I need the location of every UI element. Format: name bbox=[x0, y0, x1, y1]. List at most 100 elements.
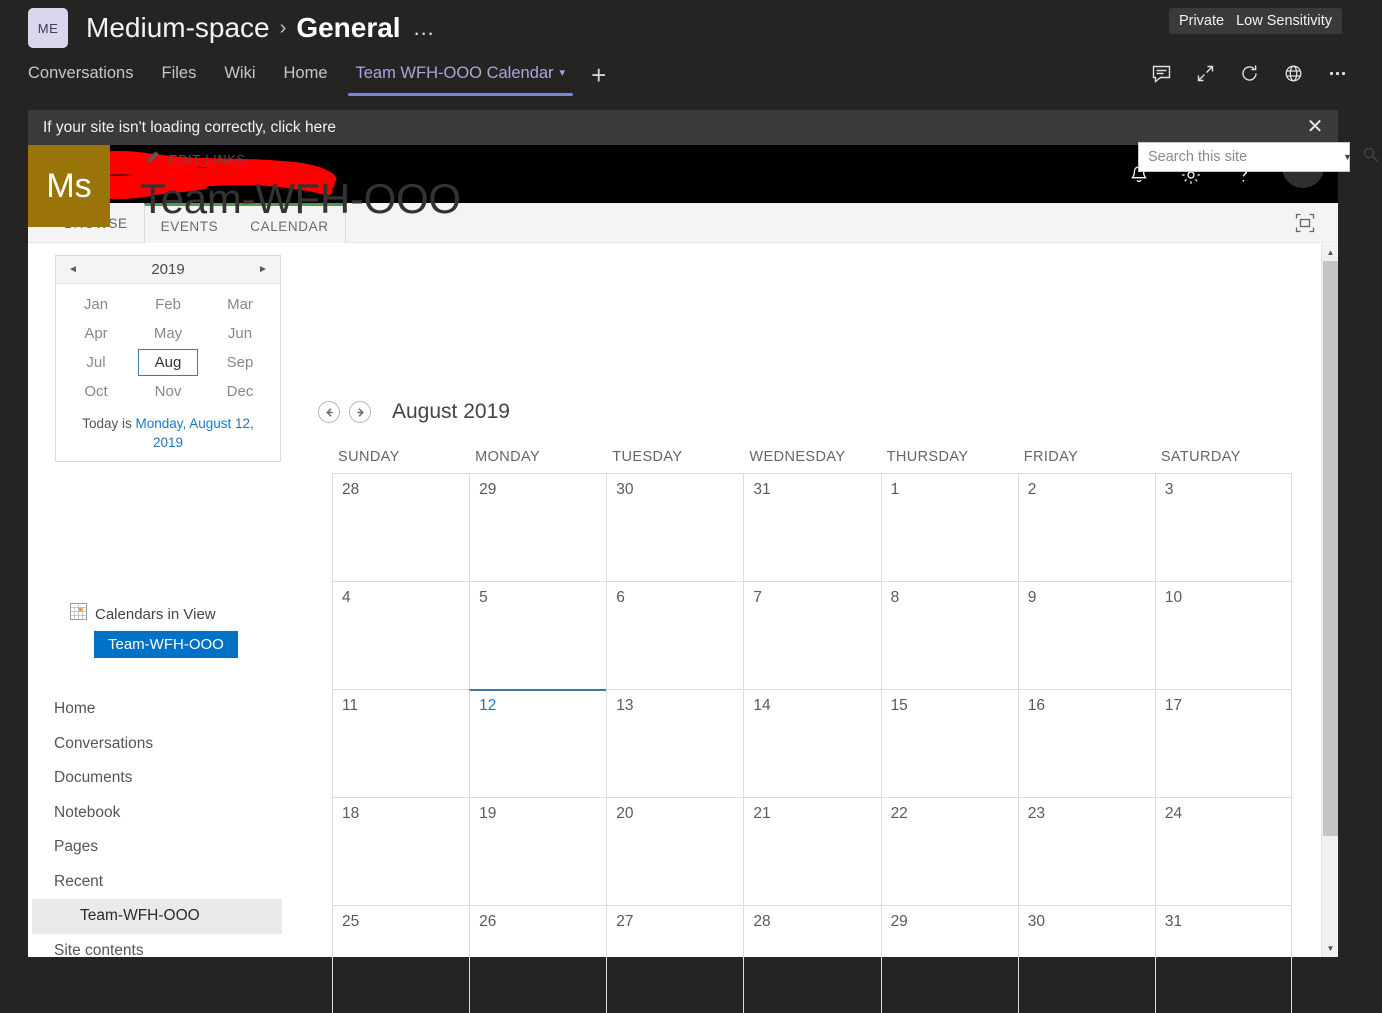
add-tab-button[interactable]: + bbox=[579, 60, 618, 90]
search-input[interactable] bbox=[1139, 143, 1335, 171]
month-aug-selected[interactable]: Aug bbox=[138, 349, 198, 376]
page-scrollbar[interactable]: ▲ ▼ bbox=[1321, 244, 1338, 957]
day-cell[interactable]: 26 bbox=[469, 905, 606, 1013]
day-cell[interactable]: 29 bbox=[881, 905, 1018, 1013]
day-cell[interactable]: 5 bbox=[469, 581, 606, 689]
calendar-month-title: August 2019 bbox=[392, 400, 510, 424]
close-icon[interactable]: ✕ bbox=[1304, 117, 1326, 139]
day-cell[interactable]: 30 bbox=[606, 473, 743, 581]
day-cell[interactable]: 11 bbox=[332, 689, 469, 797]
day-number: 10 bbox=[1156, 583, 1291, 607]
day-cell[interactable]: 29 bbox=[469, 473, 606, 581]
day-cell[interactable]: 4 bbox=[332, 581, 469, 689]
site-loading-notice[interactable]: If your site isn't loading correctly, cl… bbox=[28, 110, 1338, 145]
calendar-chip-team-wfh-ooo[interactable]: Team-WFH-OOO bbox=[94, 631, 238, 658]
day-cell[interactable]: 28 bbox=[332, 473, 469, 581]
day-cell[interactable]: 16 bbox=[1018, 689, 1155, 797]
day-cell[interactable]: 27 bbox=[606, 905, 743, 1013]
next-year-icon[interactable]: ► bbox=[256, 264, 270, 275]
globe-icon[interactable] bbox=[1282, 62, 1304, 84]
month-nov[interactable]: Nov bbox=[138, 378, 198, 405]
day-cell[interactable]: 21 bbox=[743, 797, 880, 905]
day-number: 16 bbox=[1019, 691, 1155, 715]
edit-links-button[interactable]: EDIT LINKS bbox=[145, 150, 246, 170]
month-jul[interactable]: Jul bbox=[66, 349, 126, 376]
month-sep[interactable]: Sep bbox=[210, 349, 270, 376]
team-avatar: ME bbox=[28, 8, 68, 48]
nav-item-team-wfh-ooo[interactable]: Team-WFH-OOO bbox=[32, 899, 282, 934]
nav-item-site-contents[interactable]: Site contents bbox=[32, 934, 282, 969]
today-date-link[interactable]: Monday, August 12, 2019 bbox=[135, 416, 253, 450]
nav-item-conversations[interactable]: Conversations bbox=[32, 727, 282, 762]
month-jan[interactable]: Jan bbox=[66, 291, 126, 318]
tab-conversations[interactable]: Conversations bbox=[28, 60, 147, 94]
month-dec[interactable]: Dec bbox=[210, 378, 270, 405]
refresh-icon[interactable] bbox=[1238, 62, 1260, 84]
scroll-down-icon[interactable]: ▼ bbox=[1322, 940, 1338, 957]
day-cell[interactable]: 3 bbox=[1155, 473, 1292, 581]
calendar-week-row: 4 5 6 7 8 9 10 bbox=[332, 581, 1292, 689]
channel-tabs: Conversations Files Wiki Home Team WFH-O… bbox=[28, 60, 618, 104]
day-cell[interactable]: 8 bbox=[881, 581, 1018, 689]
search-box[interactable]: ▼ bbox=[1138, 142, 1350, 172]
day-number: 19 bbox=[470, 799, 606, 823]
search-icon[interactable] bbox=[1360, 146, 1382, 168]
today-indicator: Today is Monday, August 12, 2019 bbox=[56, 408, 280, 461]
nav-item-documents[interactable]: Documents bbox=[32, 761, 282, 796]
previous-month-icon[interactable] bbox=[318, 401, 340, 423]
day-cell[interactable]: 28 bbox=[743, 905, 880, 1013]
day-cell[interactable]: 24 bbox=[1155, 797, 1292, 905]
month-apr[interactable]: Apr bbox=[66, 320, 126, 347]
day-cell[interactable]: 22 bbox=[881, 797, 1018, 905]
month-jun[interactable]: Jun bbox=[210, 320, 270, 347]
chevron-down-icon[interactable]: ▼ bbox=[1335, 152, 1360, 162]
nav-item-recent[interactable]: Recent bbox=[32, 865, 282, 900]
chevron-down-icon[interactable]: ▾ bbox=[560, 67, 566, 79]
day-cell[interactable]: 19 bbox=[469, 797, 606, 905]
tab-team-wfh-ooo-calendar[interactable]: Team WFH-OOO Calendar ▾ bbox=[342, 60, 580, 94]
day-cell[interactable]: 31 bbox=[743, 473, 880, 581]
expand-icon[interactable] bbox=[1194, 62, 1216, 84]
chat-icon[interactable] bbox=[1150, 62, 1172, 84]
scroll-up-icon[interactable]: ▲ bbox=[1322, 244, 1338, 261]
day-cell[interactable]: 17 bbox=[1155, 689, 1292, 797]
breadcrumb-channel-name[interactable]: General bbox=[296, 12, 400, 44]
day-cell[interactable]: 10 bbox=[1155, 581, 1292, 689]
day-cell[interactable]: 31 bbox=[1155, 905, 1292, 1013]
day-cell[interactable]: 15 bbox=[881, 689, 1018, 797]
nav-item-home[interactable]: Home bbox=[32, 692, 282, 727]
nav-item-notebook[interactable]: Notebook bbox=[32, 796, 282, 831]
day-cell[interactable]: 18 bbox=[332, 797, 469, 905]
tab-label: Team WFH-OOO Calendar bbox=[356, 64, 554, 82]
next-month-icon[interactable] bbox=[349, 401, 371, 423]
tab-files[interactable]: Files bbox=[147, 60, 210, 94]
tab-home[interactable]: Home bbox=[269, 60, 341, 94]
month-may[interactable]: May bbox=[138, 320, 198, 347]
day-cell[interactable]: 20 bbox=[606, 797, 743, 905]
focus-on-content-icon[interactable] bbox=[1294, 212, 1316, 234]
day-cell[interactable]: 9 bbox=[1018, 581, 1155, 689]
day-cell[interactable]: 1 bbox=[881, 473, 1018, 581]
day-cell[interactable]: 6 bbox=[606, 581, 743, 689]
day-cell[interactable]: 7 bbox=[743, 581, 880, 689]
day-cell[interactable]: 23 bbox=[1018, 797, 1155, 905]
day-header-sunday: SUNDAY bbox=[332, 447, 469, 473]
previous-year-icon[interactable]: ◄ bbox=[66, 264, 80, 275]
day-cell[interactable]: 2 bbox=[1018, 473, 1155, 581]
month-oct[interactable]: Oct bbox=[66, 378, 126, 405]
scrollbar-thumb[interactable] bbox=[1323, 261, 1338, 836]
tab-wiki[interactable]: Wiki bbox=[210, 60, 269, 94]
day-number: 24 bbox=[1156, 799, 1291, 823]
day-cell[interactable]: 25 bbox=[332, 905, 469, 1013]
day-cell[interactable]: 30 bbox=[1018, 905, 1155, 1013]
more-options-icon[interactable] bbox=[1326, 62, 1348, 84]
breadcrumb-team-name[interactable]: Medium-space bbox=[86, 12, 270, 44]
day-cell[interactable]: 13 bbox=[606, 689, 743, 797]
month-mar[interactable]: Mar bbox=[210, 291, 270, 318]
nav-item-pages[interactable]: Pages bbox=[32, 830, 282, 865]
day-number: 14 bbox=[744, 691, 880, 715]
month-feb[interactable]: Feb bbox=[138, 291, 198, 318]
day-cell[interactable]: 14 bbox=[743, 689, 880, 797]
channel-more-options-icon[interactable]: … bbox=[413, 22, 436, 34]
day-cell-today[interactable]: 12 bbox=[469, 689, 606, 797]
